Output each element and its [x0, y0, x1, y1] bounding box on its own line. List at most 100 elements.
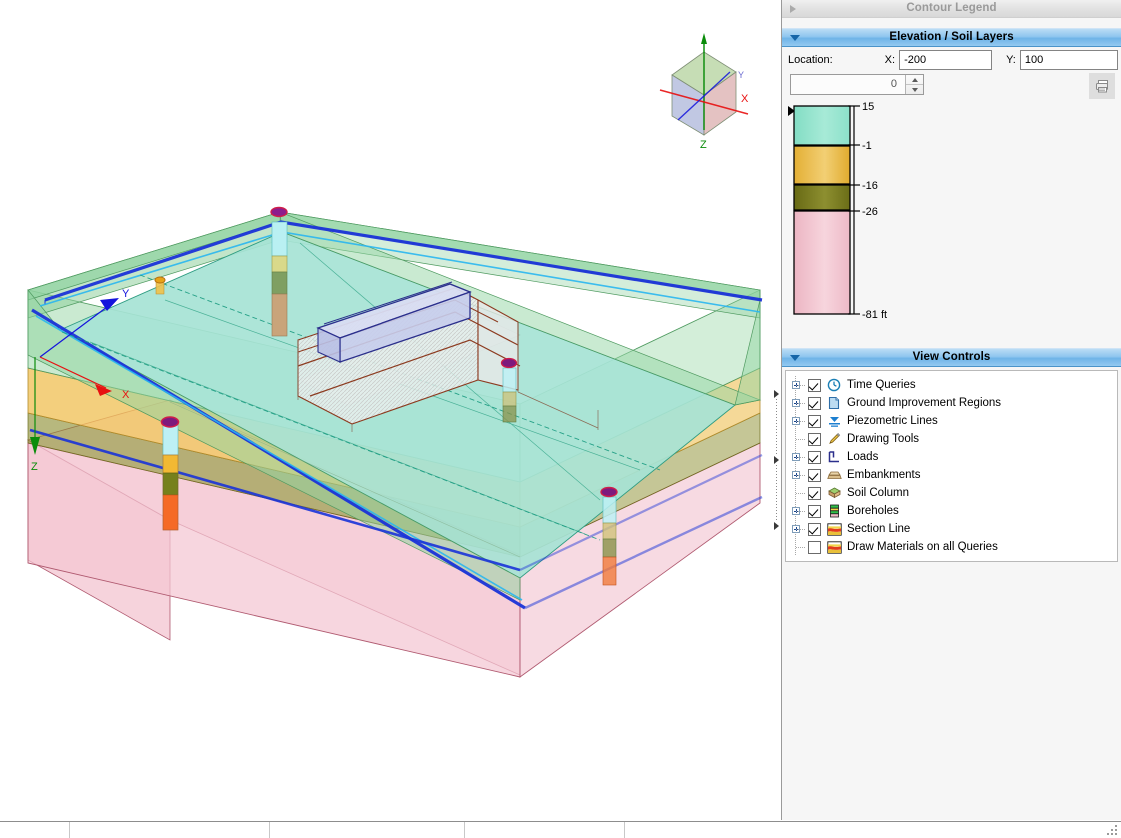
- tree-line: [796, 529, 805, 530]
- tree-leaf-connector: [790, 538, 808, 556]
- status-cell: [70, 822, 270, 838]
- view-control-row[interactable]: Draw Materials on all Queries: [790, 538, 1117, 556]
- spinner-row: 0: [782, 73, 1121, 101]
- view-control-label: Soil Column: [847, 487, 909, 499]
- load-corner-icon: [826, 449, 842, 465]
- section-header-elevation-soil-layers[interactable]: Elevation / Soil Layers: [782, 28, 1121, 47]
- expand-node-button[interactable]: [790, 376, 808, 394]
- view-controls-title: View Controls: [913, 351, 991, 363]
- status-cell: [465, 822, 625, 838]
- soil-layer-swatch: [794, 185, 850, 210]
- caret-up-icon: [912, 78, 918, 82]
- splitter-arrow-icon: [774, 522, 779, 530]
- view-control-label: Ground Improvement Regions: [847, 397, 1001, 409]
- view-control-checkbox[interactable]: [808, 433, 821, 446]
- borehole-column: [162, 417, 179, 530]
- view-control-checkbox[interactable]: [808, 487, 821, 500]
- y-coordinate-input[interactable]: [1020, 50, 1118, 70]
- expand-node-button[interactable]: [790, 394, 808, 412]
- tree-line: [796, 439, 805, 440]
- view-control-row[interactable]: Soil Column: [790, 484, 1117, 502]
- expand-node-button[interactable]: [790, 520, 808, 538]
- tree-line: [796, 511, 805, 512]
- view-control-checkbox[interactable]: [808, 379, 821, 392]
- layer-index-stepper[interactable]: 0: [790, 74, 924, 95]
- status-cell: [0, 822, 70, 838]
- svg-text:Y: Y: [122, 288, 130, 300]
- tree-line: [796, 457, 805, 458]
- print-layers-button[interactable]: [1089, 73, 1115, 99]
- view-control-row[interactable]: Loads: [790, 448, 1117, 466]
- view-control-checkbox[interactable]: [808, 397, 821, 410]
- view-control-checkbox[interactable]: [808, 415, 821, 428]
- view-control-row[interactable]: Ground Improvement Regions: [790, 394, 1117, 412]
- borehole-column: [601, 488, 617, 586]
- model-viewport-3d[interactable]: Y X Z Y X Z: [0, 0, 782, 820]
- borehole-icon: [826, 503, 842, 519]
- borehole-column: [271, 208, 287, 337]
- stepper-up-button[interactable]: [906, 75, 923, 84]
- viewport-splitter-handle[interactable]: [770, 390, 782, 530]
- soil-layer-swatch: [794, 106, 850, 145]
- expand-node-button[interactable]: [790, 412, 808, 430]
- svg-text:Z: Z: [700, 139, 707, 151]
- view-control-checkbox[interactable]: [808, 541, 821, 554]
- x-label: X:: [885, 54, 895, 66]
- y-label: Y:: [1006, 54, 1016, 66]
- status-cell: [270, 822, 465, 838]
- resize-grip-icon[interactable]: [1105, 823, 1119, 837]
- model-canvas[interactable]: Y X Z Y X Z: [0, 0, 781, 820]
- svg-text:X: X: [122, 389, 130, 401]
- view-control-label: Time Queries: [847, 379, 916, 391]
- view-control-row[interactable]: Section Line: [790, 520, 1117, 538]
- view-control-label: Section Line: [847, 523, 910, 535]
- view-control-checkbox[interactable]: [808, 451, 821, 464]
- expand-node-button[interactable]: [790, 448, 808, 466]
- section-header-contour-legend[interactable]: Contour Legend: [782, 0, 1121, 18]
- view-control-label: Boreholes: [847, 505, 899, 517]
- soil-tick-label: 15: [862, 101, 874, 113]
- view-control-row[interactable]: Time Queries: [790, 376, 1117, 394]
- view-control-row[interactable]: Drawing Tools: [790, 430, 1117, 448]
- view-controls-section: View Controls Time Queries Ground Improve…: [782, 348, 1121, 562]
- view-control-row[interactable]: Boreholes: [790, 502, 1117, 520]
- expand-node-button[interactable]: [790, 502, 808, 520]
- stepper-buttons[interactable]: [905, 75, 923, 94]
- view-control-checkbox[interactable]: [808, 469, 821, 482]
- pencil-icon: [826, 431, 842, 447]
- tree-line: [796, 547, 805, 548]
- view-control-row[interactable]: Piezometric Lines: [790, 412, 1117, 430]
- status-bar: [0, 821, 1121, 838]
- clock-icon: [826, 377, 842, 393]
- elevation-panel-body: Location: X: Y: 0: [782, 47, 1121, 331]
- soil-tick-label: -16: [862, 180, 878, 192]
- view-control-checkbox[interactable]: [808, 505, 821, 518]
- view-control-label: Piezometric Lines: [847, 415, 938, 427]
- view-control-label: Embankments: [847, 469, 921, 481]
- splitter-track: [776, 465, 777, 521]
- tree-leaf-connector: [790, 484, 808, 502]
- tree-line: [796, 403, 805, 404]
- expand-node-button[interactable]: [790, 466, 808, 484]
- soil-tick-label: -26: [862, 206, 878, 218]
- tree-line: [796, 493, 805, 494]
- location-row: Location: X: Y:: [782, 47, 1121, 73]
- stepper-down-button[interactable]: [906, 84, 923, 94]
- borehole-column: [155, 277, 165, 294]
- section-header-view-controls[interactable]: View Controls: [782, 348, 1121, 367]
- svg-text:X: X: [741, 93, 749, 105]
- soil-tick-label: -1: [862, 140, 872, 152]
- view-control-checkbox[interactable]: [808, 523, 821, 536]
- view-control-row[interactable]: Embankments: [790, 466, 1117, 484]
- view-control-label: Loads: [847, 451, 878, 463]
- page-icon: [826, 395, 842, 411]
- splitter-arrow-icon: [774, 456, 779, 464]
- right-side-panel: Contour Legend Elevation / Soil Layers L…: [782, 0, 1121, 820]
- chevron-down-icon: [790, 355, 800, 361]
- status-cell: [625, 822, 1121, 838]
- section-line-icon: [826, 539, 842, 555]
- soil-legend-svg: 15 -1 -16 -26 -81 ft: [782, 101, 1121, 331]
- borehole-column: [502, 359, 517, 423]
- view-controls-tree[interactable]: Time Queries Ground Improvement Regions Pi…: [785, 370, 1118, 562]
- x-coordinate-input[interactable]: [899, 50, 992, 70]
